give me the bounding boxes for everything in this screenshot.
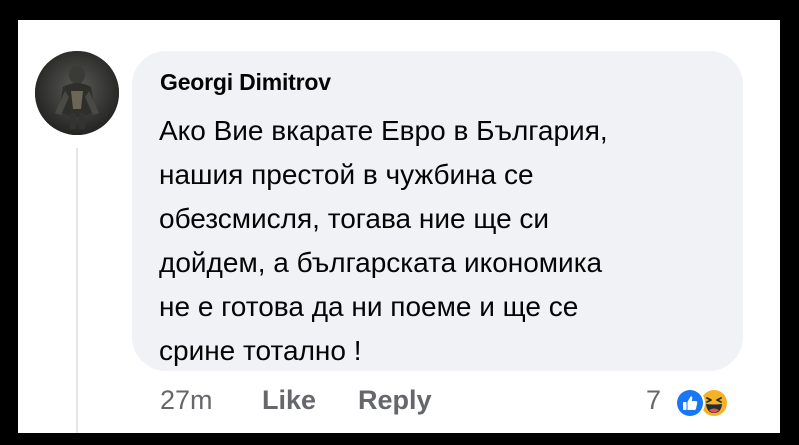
comment-timestamp[interactable]: 27m	[160, 385, 213, 416]
like-button[interactable]: Like	[262, 385, 316, 416]
comment-text: Ако Вие вкарате Евро в България, нашия п…	[159, 109, 729, 373]
comment-text-line: Ако Вие вкарате Евро в България,	[159, 115, 608, 146]
thread-line	[76, 148, 78, 433]
reply-button[interactable]: Reply	[358, 385, 432, 416]
comment-text-line: не е готова да ни поеме и ще се	[159, 291, 579, 322]
profile-avatar-icon	[35, 51, 119, 135]
avatar[interactable]	[35, 51, 119, 135]
comment-bubble: Georgi Dimitrov Ако Вие вкарате Евро в Б…	[132, 51, 743, 371]
comment-text-line: нашия престой в чужбина се	[159, 159, 534, 190]
comment-text-line: срине тотално !	[159, 335, 362, 366]
comment-author[interactable]: Georgi Dimitrov	[160, 69, 331, 96]
comment-text-line: дойдем, а българската икономика	[159, 247, 603, 278]
comment-frame: Georgi Dimitrov Ако Вие вкарате Евро в Б…	[18, 20, 780, 433]
like-reaction-icon	[675, 388, 705, 418]
comment-text-line: обезсмисля, тогава ние ще си	[159, 203, 550, 234]
reaction-count: 7	[646, 385, 662, 415]
